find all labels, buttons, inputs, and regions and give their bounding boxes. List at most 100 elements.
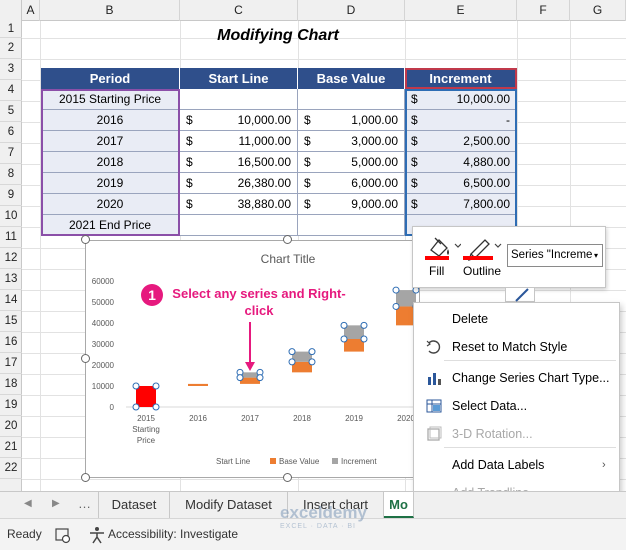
selection-handle[interactable]	[340, 321, 348, 329]
bar-base-value[interactable]	[344, 339, 364, 352]
row-header[interactable]: 20	[0, 416, 22, 437]
column-header[interactable]: G	[570, 0, 626, 21]
row-header[interactable]: 8	[0, 164, 22, 185]
row-header[interactable]: 12	[0, 248, 22, 269]
bar-base-value[interactable]	[188, 383, 208, 386]
legend-entry[interactable]: Base Value	[279, 457, 320, 466]
row-header[interactable]: 9	[0, 185, 22, 206]
cell-period[interactable]: 2018	[41, 152, 180, 173]
chart-handle[interactable]	[81, 235, 90, 244]
cell-period[interactable]: 2016	[41, 110, 180, 131]
chart-title[interactable]: Chart Title	[261, 252, 316, 266]
cell-base[interactable]: $1,000.00	[298, 110, 405, 131]
menu-item[interactable]: Add Data Labels ›	[414, 452, 619, 478]
selection-handle[interactable]	[392, 302, 400, 310]
selection-handle[interactable]	[392, 286, 400, 294]
selection-handle[interactable]	[236, 374, 244, 382]
cell-base[interactable]	[298, 215, 405, 236]
row-header[interactable]: 21	[0, 437, 22, 458]
column-header[interactable]: E	[405, 0, 517, 21]
menu-item[interactable]: Reset to Match Style	[414, 334, 619, 360]
cell-base[interactable]: $9,000.00	[298, 194, 405, 215]
macro-record-icon[interactable]	[54, 526, 72, 544]
tab-prev-icon[interactable]: ◀	[24, 498, 32, 509]
table-header[interactable]: Base Value	[298, 68, 405, 89]
cell-period[interactable]: 2015 Starting Price	[41, 89, 180, 110]
outline-button[interactable]: Outline	[463, 232, 505, 284]
column-header[interactable]: D	[298, 0, 405, 21]
cell-base[interactable]	[298, 89, 405, 110]
cell-inc[interactable]: $4,880.00	[405, 152, 517, 173]
cell-start[interactable]	[180, 89, 298, 110]
row-header[interactable]: 16	[0, 332, 22, 353]
tab-next-icon[interactable]: ▶	[52, 498, 60, 509]
row-header[interactable]: 17	[0, 353, 22, 374]
select-all-corner[interactable]	[0, 0, 22, 21]
sheet-tab[interactable]: Modify Dataset	[170, 492, 288, 518]
menu-item[interactable]: Delete	[414, 306, 619, 332]
more-sheets-icon[interactable]: …	[78, 496, 91, 511]
cell-start[interactable]: $10,000.00	[180, 110, 298, 131]
cell-period[interactable]: 2017	[41, 131, 180, 152]
cell-period[interactable]: 2019	[41, 173, 180, 194]
row-header[interactable]: 13	[0, 269, 22, 290]
row-header[interactable]: 10	[0, 206, 22, 227]
row-header[interactable]: 11	[0, 227, 22, 248]
row-header[interactable]: 7	[0, 143, 22, 164]
column-header[interactable]: C	[180, 0, 298, 21]
bar-increment[interactable]	[344, 325, 364, 340]
cell-start[interactable]: $11,000.00	[180, 131, 298, 152]
selection-handle[interactable]	[132, 403, 140, 411]
bar-increment[interactable]	[136, 386, 156, 407]
cell-start[interactable]: $16,500.00	[180, 152, 298, 173]
cell-start[interactable]: $38,880.00	[180, 194, 298, 215]
selection-handle[interactable]	[132, 382, 140, 390]
cell-base[interactable]: $3,000.00	[298, 131, 405, 152]
row-header[interactable]: 18	[0, 374, 22, 395]
selection-handle[interactable]	[152, 403, 160, 411]
selection-handle[interactable]	[308, 348, 316, 356]
row-header[interactable]: 15	[0, 311, 22, 332]
cell-period[interactable]: 2021 End Price	[41, 215, 180, 236]
row-header[interactable]: 14	[0, 290, 22, 311]
cell-start[interactable]	[180, 215, 298, 236]
sheet-tab[interactable]: Mo	[384, 492, 414, 518]
menu-item[interactable]: Select Data...	[414, 393, 619, 419]
selection-handle[interactable]	[288, 348, 296, 356]
row-header[interactable]: 19	[0, 395, 22, 416]
series-select[interactable]: Series "Increme	[507, 244, 603, 267]
chart-handle[interactable]	[81, 473, 90, 482]
chart-style-button[interactable]	[505, 288, 535, 302]
legend-entry[interactable]: Increment	[341, 457, 377, 466]
selection-handle[interactable]	[360, 321, 368, 329]
cell-inc[interactable]: $2,500.00	[405, 131, 517, 152]
fill-button[interactable]: Fill	[421, 232, 462, 284]
row-header[interactable]: 6	[0, 122, 22, 143]
cell-inc[interactable]: $6,500.00	[405, 173, 517, 194]
selection-handle[interactable]	[340, 335, 348, 343]
table-header[interactable]: Increment	[405, 68, 517, 89]
row-header[interactable]: 2	[0, 38, 22, 59]
selection-handle[interactable]	[256, 374, 264, 382]
chart-handle[interactable]	[81, 354, 90, 363]
menu-item[interactable]: 3-D Rotation...	[414, 421, 619, 447]
accessibility-icon[interactable]	[88, 526, 106, 544]
cell-base[interactable]: $5,000.00	[298, 152, 405, 173]
table-header[interactable]: Period	[41, 68, 180, 89]
column-header[interactable]: F	[517, 0, 570, 21]
row-header[interactable]: 1	[0, 21, 22, 38]
cell-period[interactable]: 2020	[41, 194, 180, 215]
selection-handle[interactable]	[308, 358, 316, 366]
row-header[interactable]: 4	[0, 80, 22, 101]
selection-handle[interactable]	[152, 382, 160, 390]
selection-handle[interactable]	[288, 358, 296, 366]
cell-inc[interactable]: $ -	[405, 110, 517, 131]
status-accessibility[interactable]: Accessibility: Investigate	[108, 527, 238, 541]
legend-entry[interactable]: Start Line	[216, 457, 251, 466]
menu-item[interactable]: Change Series Chart Type...	[414, 365, 619, 391]
row-header[interactable]: 22	[0, 458, 22, 479]
selection-handle[interactable]	[360, 335, 368, 343]
cell-base[interactable]: $6,000.00	[298, 173, 405, 194]
cell-start[interactable]: $26,380.00	[180, 173, 298, 194]
table-header[interactable]: Start Line	[180, 68, 298, 89]
